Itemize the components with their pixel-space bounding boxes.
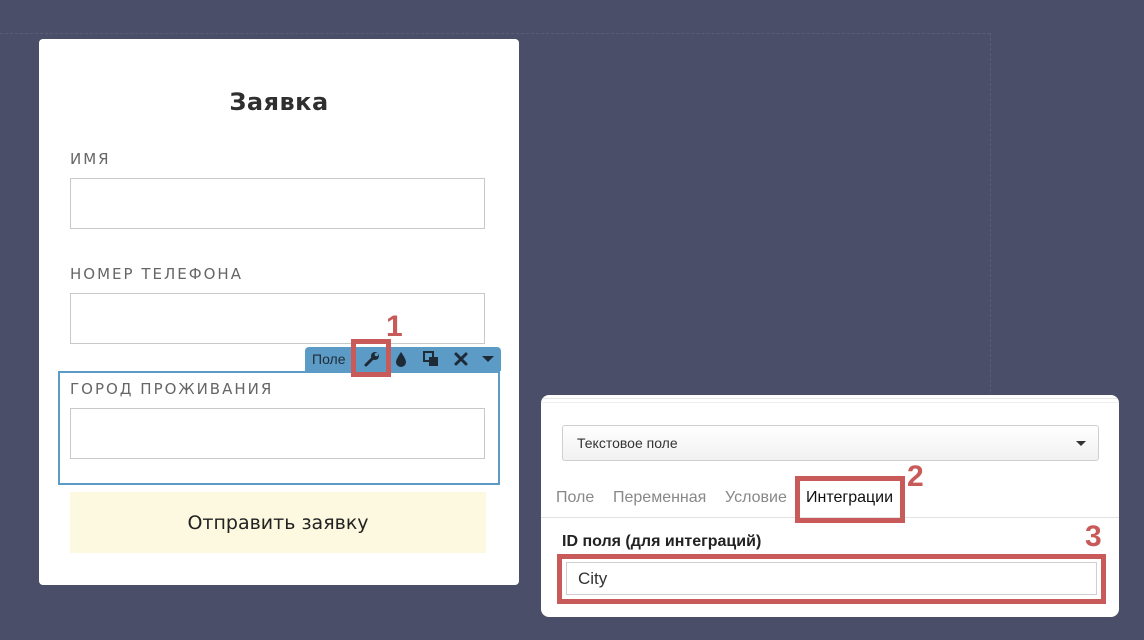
phone-input[interactable] [70,293,485,344]
submit-button[interactable]: Отправить заявку [70,492,486,553]
tab-field[interactable]: Поле [556,489,594,507]
close-icon[interactable] [450,347,472,371]
panel-top-border [541,398,1119,399]
tab-variable[interactable]: Переменная [613,489,706,507]
marker-2: 2 [907,460,924,493]
field-toolbar-label: Поле [312,351,346,367]
city-input[interactable] [70,408,485,459]
marker-1: 1 [386,310,403,343]
field-label-city: ГОРОД ПРОЖИВАНИЯ [70,380,274,398]
field-id-label: ID поля (для интеграций) [562,533,762,550]
panel-top-border-inner [541,402,1119,403]
form-title: Заявка [229,88,329,116]
tab-condition[interactable]: Условие [725,489,787,507]
marker-3: 3 [1085,520,1102,553]
layout-guide-horizontal [0,33,990,34]
highlight-integrations-tab [795,476,905,523]
duplicate-icon[interactable] [420,347,442,371]
field-type-value: Текстовое поле [577,435,678,451]
chevron-down-icon[interactable] [478,347,498,371]
highlight-id-input [557,554,1106,604]
dropdown-arrow-icon [1076,441,1086,446]
name-input[interactable] [70,178,485,229]
field-label-name: ИМЯ [70,150,111,168]
field-label-phone: НОМЕР ТЕЛЕФОНА [70,265,243,283]
drop-icon[interactable] [390,347,412,371]
highlight-wrench [351,339,391,377]
field-type-select[interactable]: Текстовое поле [562,425,1099,461]
